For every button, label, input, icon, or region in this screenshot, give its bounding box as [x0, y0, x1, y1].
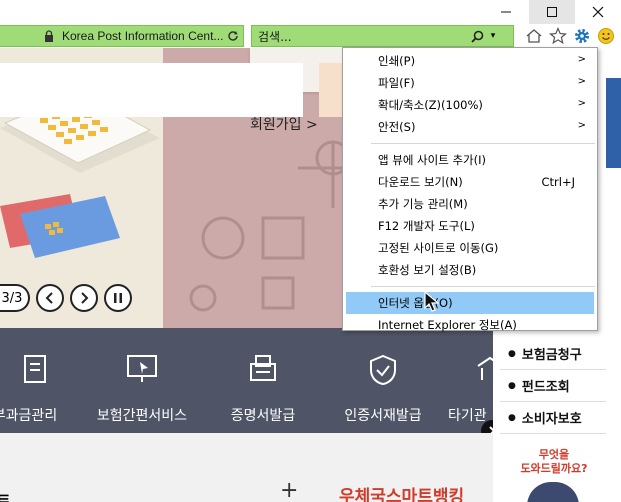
home-icon[interactable] [524, 26, 544, 46]
menu-separator [371, 286, 595, 287]
monitor-cursor-icon [127, 355, 157, 382]
menu-item-label: 확대/축소(Z)(100%) [378, 98, 483, 112]
menu-item-label: 호환성 보기 설정(B) [378, 263, 477, 277]
menu-item-about-ie[interactable]: Internet Explorer 정보(A) [343, 314, 597, 336]
mouse-cursor-icon [424, 291, 440, 312]
side-item-consumer[interactable]: ● 소비자보호 [500, 402, 606, 434]
nav-item-cert-reissue[interactable]: 인증서재발급 [334, 328, 432, 433]
menu-separator [371, 143, 595, 144]
submenu-arrow-icon: > [577, 98, 586, 109]
help-line-1: 무엇을 [538, 448, 570, 461]
cards-illustration [0, 194, 120, 258]
submenu-arrow-icon: > [577, 76, 586, 87]
tools-menu: 인쇄(P) > 파일(F) > 확대/축소(Z)(100%) > 안전(S) > 앱 뷰… [342, 47, 598, 332]
menu-item-file[interactable]: 파일(F) > [343, 72, 597, 94]
favorites-star-icon[interactable] [548, 26, 568, 46]
menu-item-label: 추가 기능 관리(M) [378, 197, 468, 211]
pager-pause-button[interactable] [104, 284, 132, 312]
menu-item-manage-addons[interactable]: 추가 기능 관리(M) [343, 193, 597, 215]
gear-icon[interactable] [572, 26, 592, 46]
address-bar[interactable]: Korea Post Information Cent... [0, 25, 244, 47]
bullet-icon: ● [508, 348, 516, 359]
minimize-icon [501, 11, 511, 13]
side-item-label: 소비자보호 [521, 412, 582, 427]
side-item-claim[interactable]: ● 보험금청구 [500, 338, 606, 370]
menu-item-shortcut: Ctrl+J [541, 175, 576, 189]
pager-prev-button[interactable] [36, 284, 64, 312]
banner-pager: 3/3 [0, 284, 132, 312]
maximize-button[interactable] [529, 0, 575, 24]
nav-item-label: 부과금관리 [0, 408, 58, 424]
toolbar-icons [524, 26, 616, 46]
bullet-icon: ● [508, 412, 516, 423]
menu-item-label: 앱 뷰에 사이트 추가(I) [378, 153, 486, 167]
search-bar[interactable]: 검색... ▾ [251, 25, 514, 47]
lower-left-card [0, 63, 303, 117]
address-text[interactable]: Korea Post Information Cent... [62, 29, 224, 43]
search-dropdown-icon[interactable]: ▾ [486, 31, 500, 41]
nav-item-insurance-easy[interactable]: 보험간편서비스 [90, 328, 194, 433]
menu-item-compatibility-view[interactable]: 호환성 보기 설정(B) [343, 259, 597, 281]
window-caption-buttons [483, 0, 621, 24]
lower-left-title: 트 [0, 492, 11, 502]
nav-item-label: 보험간편서비스 [96, 408, 188, 424]
submenu-arrow-icon: > [577, 54, 586, 65]
help-line-2: 도와드릴까요? [520, 462, 588, 475]
close-icon [592, 6, 604, 18]
shield-check-icon [370, 354, 396, 386]
nav-item-certificate[interactable]: 증명서발급 [214, 328, 312, 433]
smart-banking-title: 우체국스마트뱅킹 [339, 487, 465, 502]
search-icon[interactable] [468, 30, 486, 43]
minimize-button[interactable] [483, 0, 529, 24]
menu-item-pinned-sites[interactable]: 고정된 사이트로 이동(G) [343, 237, 597, 259]
nav-item-label: 증명서발급 [230, 408, 296, 424]
lock-icon[interactable] [42, 30, 56, 42]
signup-arrow: > [305, 117, 318, 133]
menu-item-print[interactable]: 인쇄(P) > [343, 50, 597, 72]
side-item-fund[interactable]: ● 펀드조회 [500, 370, 606, 402]
menu-item-add-site-to-apps[interactable]: 앱 뷰에 사이트 추가(I) [343, 149, 597, 171]
menu-item-internet-options[interactable]: 인터넷 옵션(O) [346, 292, 594, 314]
menu-item-safety[interactable]: 안전(S) > [343, 116, 597, 138]
menu-item-f12-devtools[interactable]: F12 개발자 도구(L) [343, 215, 597, 237]
refresh-icon[interactable] [226, 30, 240, 42]
sidebar-blue-tab [606, 78, 621, 168]
signup-label: 회원가입 [250, 117, 302, 133]
menu-item-label: 안전(S) [378, 120, 416, 134]
menu-item-zoom[interactable]: 확대/축소(Z)(100%) > [343, 94, 597, 116]
receipt-icon [24, 355, 46, 383]
menu-item-label: 인쇄(P) [378, 54, 416, 68]
menu-item-label: 고정된 사이트로 이동(G) [378, 241, 499, 255]
menu-item-label: 파일(F) [378, 76, 415, 90]
browser-chrome: Korea Post Information Cent... 검색... ▾ [0, 0, 621, 48]
search-input[interactable]: 검색... [258, 28, 468, 45]
close-button[interactable] [575, 0, 621, 24]
submenu-arrow-icon: > [577, 120, 586, 131]
menu-item-view-downloads[interactable]: 다운로드 보기(N) Ctrl+J [343, 171, 597, 193]
menu-item-label: 다운로드 보기(N) [378, 175, 463, 189]
signup-link[interactable]: 회원가입 > [250, 114, 318, 134]
printer-icon [250, 355, 276, 381]
chevron-left-icon [45, 292, 53, 304]
more-plus-button[interactable]: + [280, 478, 298, 502]
menu-item-label: Internet Explorer 정보(A) [378, 318, 517, 332]
side-item-label: 보험금청구 [521, 348, 582, 363]
quick-nav-band: 부과금관리 보험간편서비스 증명서발급 인증서재발급 타기관 [0, 328, 503, 433]
pager-count: 3/3 [0, 284, 30, 312]
smiley-feedback-icon[interactable] [596, 26, 616, 46]
maximize-icon [547, 7, 557, 17]
menu-item-label: F12 개발자 도구(L) [378, 219, 475, 233]
menu-item-label: 인터넷 옵션(O) [378, 296, 453, 310]
nav-item-billing[interactable]: 부과금관리 [0, 328, 70, 433]
nav-item-label: 인증서재발급 [344, 408, 422, 424]
bullet-icon: ● [508, 380, 516, 391]
sidebar-quick-menu: ● 보험금청구 ● 펀드조회 ● 소비자보호 [500, 338, 606, 434]
side-item-label: 펀드조회 [521, 380, 570, 395]
pager-next-button[interactable] [70, 284, 98, 312]
help-chatbot-prompt[interactable]: 무엇을 도와드릴까요? [510, 448, 598, 476]
pause-icon [114, 293, 122, 303]
chevron-right-icon [81, 292, 89, 304]
